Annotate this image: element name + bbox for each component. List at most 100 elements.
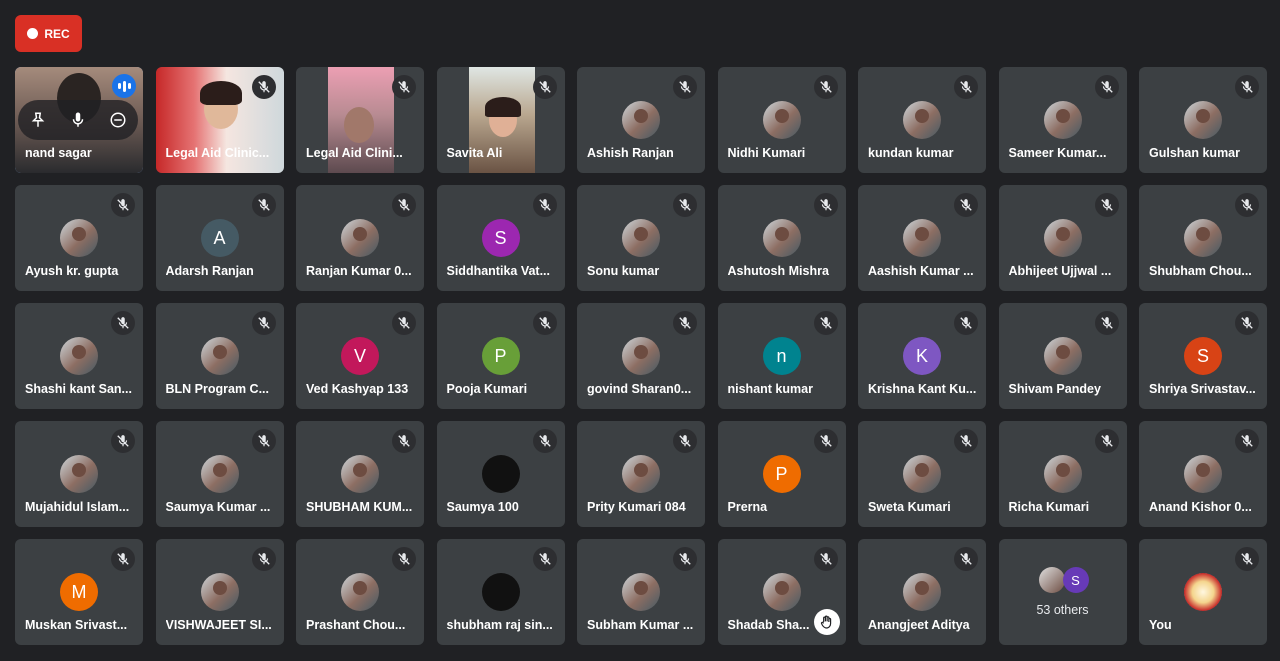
avatar xyxy=(341,219,379,257)
participant-tile[interactable]: nand sagar xyxy=(15,67,143,173)
participant-tile[interactable]: M Muskan Srivast... xyxy=(15,539,143,645)
avatar xyxy=(481,455,520,493)
participant-tile[interactable]: S 53 others xyxy=(998,539,1127,645)
avatar xyxy=(1184,573,1222,611)
participant-tile[interactable]: Shashi kant San... xyxy=(15,303,143,409)
mic-off-icon xyxy=(813,75,838,99)
mic-off-icon xyxy=(392,75,416,99)
participant-tile[interactable]: Prity Kumari 084 xyxy=(577,421,705,527)
participant-tile[interactable]: Abhijeet Ujjwal ... xyxy=(998,185,1127,291)
participant-name: Shivam Pandey xyxy=(1008,382,1101,396)
others-avatars: S xyxy=(1038,567,1089,593)
participant-tile[interactable]: K Krishna Kant Ku... xyxy=(858,303,986,409)
participant-tile[interactable]: Legal Aid Clini... xyxy=(296,67,424,173)
mic-off-icon xyxy=(813,429,838,453)
participant-tile[interactable]: P Prerna xyxy=(717,421,846,527)
pin-icon[interactable] xyxy=(23,105,53,135)
participant-name: Muskan Srivast... xyxy=(25,618,128,632)
mic-off-icon xyxy=(392,311,416,335)
avatar: n xyxy=(762,337,801,375)
participant-tile[interactable]: Anangjeet Aditya xyxy=(858,539,986,645)
mic-off-icon xyxy=(1094,75,1119,99)
avatar xyxy=(622,573,660,611)
mic-off-icon xyxy=(813,311,838,335)
participant-name: Sonu kumar xyxy=(587,264,660,278)
participant-tile[interactable]: Sweta Kumari xyxy=(858,421,986,527)
remove-icon[interactable] xyxy=(103,105,133,135)
avatar xyxy=(622,337,660,375)
participant-tile[interactable]: SHUBHAM KUM... xyxy=(296,421,424,527)
avatar xyxy=(1038,567,1065,593)
avatar xyxy=(762,101,801,139)
participant-tile[interactable]: Ashish Ranjan xyxy=(577,67,705,173)
mic-off-icon xyxy=(1235,193,1259,217)
participant-name: Saumya Kumar ... xyxy=(165,500,271,514)
mic-off-icon xyxy=(954,193,978,217)
participant-name: Shashi kant San... xyxy=(25,382,132,396)
participant-tile[interactable]: shubham raj sin... xyxy=(436,539,565,645)
participant-name: Siddhantika Vat... xyxy=(446,264,551,278)
recording-indicator: REC xyxy=(15,15,82,52)
participant-tile[interactable]: Saumya Kumar ... xyxy=(155,421,284,527)
mic-off-icon xyxy=(1235,75,1259,99)
mic-off-icon xyxy=(532,311,557,335)
participant-tile[interactable]: Sameer Kumar... xyxy=(998,67,1127,173)
participant-tile[interactable]: Saumya 100 xyxy=(436,421,565,527)
participant-name: Ayush kr. gupta xyxy=(25,264,119,278)
participant-tile[interactable]: n nishant kumar xyxy=(717,303,846,409)
participant-tile[interactable]: Richa Kumari xyxy=(998,421,1127,527)
mic-off-icon xyxy=(392,429,416,453)
participant-tile[interactable]: Ranjan Kumar 0... xyxy=(296,185,424,291)
avatar xyxy=(341,573,379,611)
participant-tile[interactable]: Savita Ali xyxy=(436,67,565,173)
mic-off-icon xyxy=(673,193,697,217)
record-dot-icon xyxy=(27,28,39,39)
participant-tile[interactable]: VISHWAJEET SI... xyxy=(155,539,284,645)
avatar xyxy=(1043,219,1082,257)
participant-name: nishant kumar xyxy=(727,382,813,396)
participant-tile[interactable]: S Siddhantika Vat... xyxy=(436,185,565,291)
participant-tile[interactable]: Nidhi Kumari xyxy=(717,67,846,173)
avatar: K xyxy=(903,337,941,375)
participant-tile[interactable]: A Adarsh Ranjan xyxy=(155,185,284,291)
participant-tile[interactable]: Gulshan kumar xyxy=(1139,67,1267,173)
mic-off-icon xyxy=(1094,193,1119,217)
mic-off-icon xyxy=(251,75,276,99)
participant-tile[interactable]: Subham Kumar ... xyxy=(577,539,705,645)
avatar xyxy=(1184,455,1222,493)
mic-off-icon xyxy=(1094,429,1119,453)
participant-name: You xyxy=(1149,618,1172,632)
participant-name: Anand Kishor 0... xyxy=(1149,500,1252,514)
participant-name: Legal Aid Clinic... xyxy=(165,146,270,160)
participant-tile[interactable]: Shubham Chou... xyxy=(1139,185,1267,291)
participant-tile[interactable]: Sonu kumar xyxy=(577,185,705,291)
participant-tile[interactable]: Anand Kishor 0... xyxy=(1139,421,1267,527)
participant-tile[interactable]: P Pooja Kumari xyxy=(436,303,565,409)
participant-tile[interactable]: Shivam Pandey xyxy=(998,303,1127,409)
mic-icon[interactable] xyxy=(63,105,93,135)
mic-off-icon xyxy=(813,193,838,217)
participant-name: Gulshan kumar xyxy=(1149,146,1240,160)
participant-tile[interactable]: S Shriya Srivastav... xyxy=(1139,303,1267,409)
participant-tile[interactable]: Mujahidul Islam... xyxy=(15,421,143,527)
participant-tile[interactable]: Shadab Sha... xyxy=(717,539,846,645)
mic-off-icon xyxy=(111,311,135,335)
avatar xyxy=(622,455,660,493)
participant-name: Anangjeet Aditya xyxy=(868,618,970,632)
participant-name: Ved Kashyap 133 xyxy=(306,382,409,396)
participant-tile[interactable]: Ayush kr. gupta xyxy=(15,185,143,291)
participant-tile[interactable]: kundan kumar xyxy=(858,67,986,173)
participant-tile[interactable]: You xyxy=(1139,539,1267,645)
participant-tile[interactable]: govind Sharan0... xyxy=(577,303,705,409)
avatar xyxy=(200,573,239,611)
participant-tile[interactable]: Legal Aid Clinic... xyxy=(155,67,284,173)
avatar: M xyxy=(60,573,98,611)
participant-tile[interactable]: Ashutosh Mishra xyxy=(717,185,846,291)
recording-label: REC xyxy=(44,26,70,41)
participant-name: BLN Program C... xyxy=(165,382,270,396)
participant-tile[interactable]: Prashant Chou... xyxy=(296,539,424,645)
participant-tile[interactable]: Aashish Kumar ... xyxy=(858,185,986,291)
participant-tile[interactable]: BLN Program C... xyxy=(155,303,284,409)
participant-tile[interactable]: V Ved Kashyap 133 xyxy=(296,303,424,409)
avatar xyxy=(60,337,98,375)
